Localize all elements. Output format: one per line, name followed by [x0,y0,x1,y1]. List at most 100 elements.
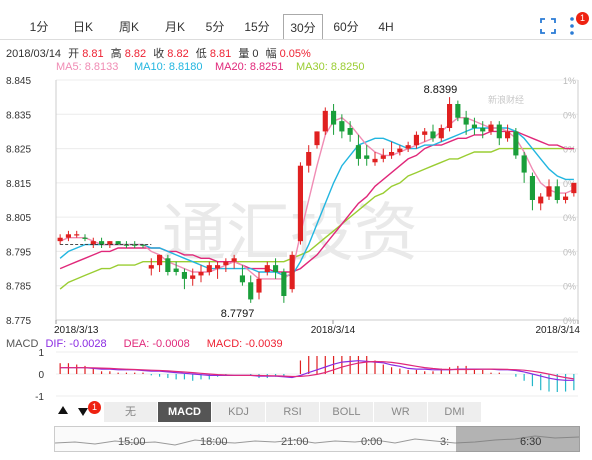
candle-body [339,121,345,132]
indicator-badge: 1 [88,401,101,414]
navigator-selection[interactable] [456,426,580,452]
candle-body [529,176,535,200]
y-tick-label: 8.845 [6,76,31,87]
candle-body [505,131,511,139]
candle-body [314,131,320,146]
candle-body [480,128,486,132]
candle-body [264,265,270,272]
scroll-up-icon[interactable] [58,406,68,414]
candle-body [413,134,419,146]
candle-body [397,148,403,152]
candle-body [563,196,569,200]
nav-label-1800: 18:00 [200,436,228,448]
macd-legend: MACD DIF: -0.0028 DEA: -0.0008 MACD: -0.… [6,338,283,350]
candle-body [447,104,453,128]
candle-body [331,110,337,125]
y-tick-label: 8.825 [6,145,31,156]
pct-tick-label: 0% [563,110,576,120]
macd-value: MACD: -0.0039 [206,338,283,350]
y-tick-label: 8.775 [6,316,31,327]
indicator-tab-macd[interactable]: MACD [158,402,212,422]
indicator-tab-dmi[interactable]: DMI [428,402,482,422]
candle-body [405,145,411,149]
indicator-tab-rsi[interactable]: RSI [266,402,320,422]
candle-body [198,272,204,276]
pct-tick-label: 0% [563,145,576,155]
candle-body [438,128,444,139]
macd-y-tick: -1 [35,392,44,400]
candle-body [554,186,560,200]
nav-label-0300: 3: [440,436,450,448]
pct-tick-label: 0% [563,282,576,292]
candle-body [82,237,88,239]
candle-body [347,128,353,135]
candle-body [157,254,163,266]
candle-body [372,158,378,163]
candle-body [273,265,279,272]
candle-body [107,241,113,245]
candle-body [281,272,287,296]
candle-body [322,110,328,132]
max-price-label: 8.8399 [424,84,458,96]
y-tick-label: 8.785 [6,282,31,293]
nav-label-1500: 15:00 [118,436,146,448]
sina-logo: 新浪财经 [488,94,524,105]
candle-body [248,282,254,300]
candle-body [74,234,80,236]
candle-body [471,124,477,128]
candle-body [521,155,527,173]
candle-body [496,124,502,139]
pct-tick-label: 1% [563,76,576,86]
nav-label-2100: 21:00 [281,436,309,448]
candle-body [99,241,105,245]
candle-body [181,272,187,279]
nav-label-0630: 6:30 [520,436,542,448]
candle-body [173,268,179,272]
candle-body [355,145,361,159]
candle-body [256,278,262,293]
candle-body [571,182,577,194]
macd-dea: DEA: -0.0008 [123,338,190,350]
y-tick-label: 8.815 [6,179,31,190]
candle-body [455,104,461,118]
candle-body [148,265,154,269]
candle-body [463,117,469,125]
candle-body [389,152,395,156]
candle-body [239,275,245,283]
candle-body [422,131,428,135]
candle-body [223,261,229,266]
scroll-down-icon[interactable] [78,408,88,416]
candle-body [546,186,552,197]
indicator-tab-wr[interactable]: WR [374,402,428,422]
candle-body [206,265,212,272]
pct-tick-label: 0% [563,213,576,223]
candle-body [215,265,221,269]
min-price-label: 8.7797 [221,308,255,320]
candle-body [488,124,494,132]
candle-body [115,241,121,245]
candle-body [297,165,303,242]
y-tick-label: 8.805 [6,213,31,224]
candle-body [190,275,196,279]
nav-label-0000: 0:00 [361,436,383,448]
candle-body [513,131,519,156]
macd-title: MACD [6,338,39,350]
indicator-tab-none[interactable]: 无 [104,402,158,422]
indicator-tab-kdj[interactable]: KDJ [212,402,266,422]
y-tick-label: 8.835 [6,110,31,121]
indicator-tab-boll[interactable]: BOLL [320,402,374,422]
candle-body [538,196,544,204]
macd-dif: DIF: -0.0028 [45,338,107,350]
x-tick-label: 2018/3/14 [311,325,356,336]
y-tick-label: 8.795 [6,247,31,258]
macd-y-tick: 0 [38,370,44,381]
x-tick-label: 2018/3/14 [536,325,581,336]
candle-body [289,254,295,290]
x-tick-label: 2018/3/13 [54,325,99,336]
pct-tick-label: 0% [563,247,576,257]
candle-body [65,234,71,238]
candle-body [380,155,386,159]
candle-body [231,258,237,262]
candle-body [57,237,63,242]
candle-body [165,258,171,272]
